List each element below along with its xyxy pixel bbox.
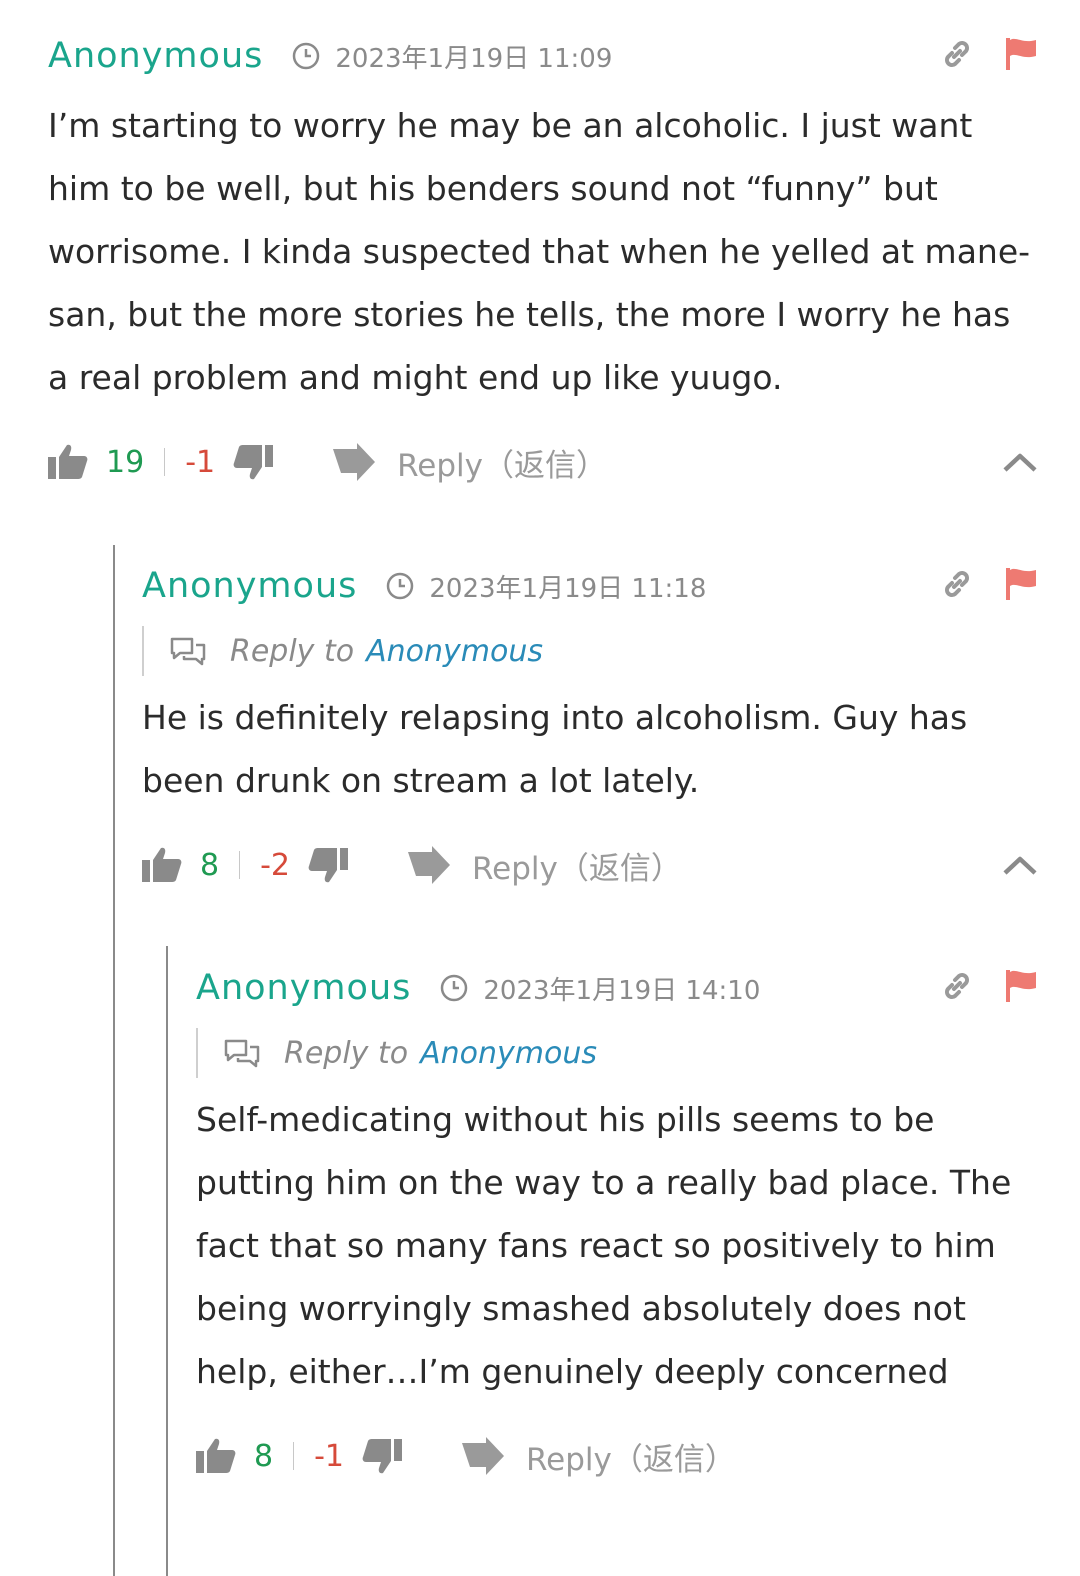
downvote-count: -1 — [314, 1438, 345, 1474]
comment-reply: Anonymous 2023年1月19日 11:18 Reply to Anon… — [142, 560, 1038, 890]
comment-author[interactable]: Anonymous — [48, 36, 263, 76]
vote-separator — [239, 851, 241, 879]
timestamp-text: 2023年1月19日 11:18 — [429, 573, 707, 604]
comment-header: Anonymous 2023年1月19日 14:10 — [196, 962, 1038, 1014]
comment-actions: 8 -1 Reply（返信） — [196, 1431, 1038, 1481]
clock-icon — [293, 42, 320, 70]
thumbs-down-icon[interactable] — [233, 443, 274, 481]
thumbs-down-icon[interactable] — [362, 1437, 403, 1475]
comment-body: Self-medicating without his pills seems … — [196, 1100, 1012, 1391]
thumbs-up-icon[interactable] — [48, 443, 88, 481]
reply-to-indicator: Reply to Anonymous — [142, 626, 1038, 676]
reply-to-label: Reply to — [284, 1035, 409, 1071]
reply-to-indicator: Reply to Anonymous — [196, 1028, 1038, 1078]
reply-to-name[interactable]: Anonymous — [420, 1036, 597, 1071]
thread-line-level-2 — [166, 946, 168, 1576]
downvote-count: -1 — [185, 444, 216, 480]
vote-separator — [164, 448, 166, 476]
comment-body: He is definitely relapsing into alcoholi… — [142, 698, 968, 800]
reply-to-name[interactable]: Anonymous — [366, 634, 543, 669]
thumbs-up-icon[interactable] — [196, 1437, 236, 1475]
chat-bubbles-icon — [170, 637, 206, 666]
comment-timestamp: 2023年1月19日 14:10 — [439, 970, 760, 1007]
clock-icon — [387, 572, 414, 600]
thumbs-down-icon[interactable] — [308, 846, 349, 884]
reply-button[interactable]: Reply（返信） — [406, 843, 682, 888]
comment-reply: Anonymous 2023年1月19日 14:10 Reply to Anon… — [196, 962, 1038, 1481]
flag-icon[interactable] — [1004, 566, 1038, 602]
flag-icon[interactable] — [1004, 36, 1038, 72]
reply-arrow-icon — [408, 846, 451, 884]
timestamp-text: 2023年1月19日 14:10 — [483, 975, 761, 1006]
link-icon[interactable] — [940, 567, 974, 601]
timestamp-text: 2023年1月19日 11:09 — [335, 43, 613, 74]
clock-icon — [441, 974, 468, 1002]
comment: Anonymous 2023年1月19日 11:09 I’m starting … — [48, 30, 1038, 487]
chevron-up-icon[interactable] — [1002, 854, 1038, 876]
comment-author[interactable]: Anonymous — [196, 968, 411, 1008]
reply-arrow-icon — [333, 443, 376, 481]
comment-body: I’m starting to worry he may be an alcoh… — [48, 106, 1031, 397]
reply-label: Reply（返信） — [397, 447, 607, 484]
comment-header: Anonymous 2023年1月19日 11:18 — [142, 560, 1038, 612]
comment-timestamp: 2023年1月19日 11:18 — [385, 568, 706, 605]
chat-bubbles-icon — [224, 1039, 260, 1068]
flag-icon[interactable] — [1004, 968, 1038, 1004]
reply-to-label: Reply to — [230, 633, 355, 669]
comment-actions: 19 -1 Reply（返信） — [48, 437, 1038, 487]
comment-author[interactable]: Anonymous — [142, 566, 357, 606]
reply-button[interactable]: Reply（返信） — [460, 1434, 736, 1479]
reply-label: Reply（返信） — [472, 850, 682, 887]
chevron-up-icon[interactable] — [1002, 451, 1038, 473]
link-icon[interactable] — [940, 969, 974, 1003]
comment-timestamp: 2023年1月19日 11:09 — [291, 38, 612, 75]
thumbs-up-icon[interactable] — [142, 846, 182, 884]
downvote-count: -2 — [260, 847, 291, 883]
upvote-count: 8 — [254, 1438, 274, 1474]
link-icon[interactable] — [940, 37, 974, 71]
comment-actions: 8 -2 Reply（返信） — [142, 840, 1038, 890]
vote-separator — [293, 1442, 295, 1470]
reply-arrow-icon — [462, 1437, 505, 1475]
reply-button[interactable]: Reply（返信） — [331, 440, 607, 485]
reply-label: Reply（返信） — [526, 1441, 736, 1478]
upvote-count: 19 — [106, 444, 145, 480]
thread-line-level-1 — [113, 545, 115, 1576]
upvote-count: 8 — [200, 847, 220, 883]
comment-header: Anonymous 2023年1月19日 11:09 — [48, 30, 1038, 82]
